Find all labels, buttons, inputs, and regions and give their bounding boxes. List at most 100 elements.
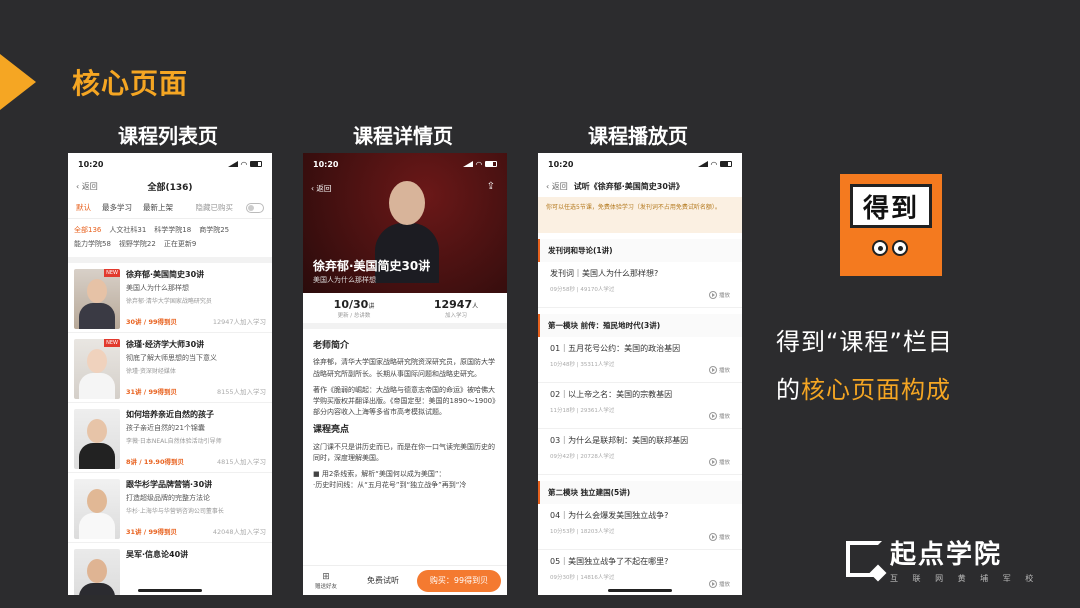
course-subtitle: 孩子亲近自然的21个锦囊 (126, 424, 205, 432)
course-subtitle: 美国人为什么那样想 (126, 284, 189, 292)
signal-icon (462, 161, 473, 167)
episode-item[interactable]: 发刊词｜美国人为什么那样想? 09分58秒 | 49170人学过 播放 (538, 262, 742, 308)
category-ability[interactable]: 能力学院58 (74, 239, 111, 249)
play-icon (708, 366, 717, 374)
wifi-icon: ◠ (710, 159, 717, 169)
course-author: 华杉·上海华与华营销咨询公司董事长 (126, 508, 224, 515)
episode-item[interactable]: 03｜为什么是联邦制：美国的联邦基因 09分42秒 | 20728人学过 播放 (538, 429, 742, 475)
play-button[interactable]: 播放 (708, 533, 730, 541)
play-button[interactable]: 播放 (708, 366, 730, 374)
category-humanities[interactable]: 人文社科31 (109, 225, 146, 235)
tab-most-learned[interactable]: 最多学习 (102, 202, 132, 213)
episode-title: 03｜为什么是联邦制：美国的联邦基因 (550, 436, 689, 445)
module-header: 第一模块 前传：殖民地时代(3讲) (538, 314, 742, 337)
play-icon (708, 458, 717, 466)
module-header: 发刊词和导论(1讲) (538, 239, 742, 262)
page-title: 全部(136) (147, 182, 193, 193)
free-trial-button[interactable]: 免费试听 (349, 575, 417, 586)
episode-meta: 10分48秒 | 35311人学过 (550, 362, 615, 368)
course-title: 如何培养亲近自然的孩子 (126, 410, 214, 419)
play-icon (708, 533, 717, 541)
teacher-bio: 徐弃郁，清华大学国家战略研究院资深研究员，原国防大学战略研究所副所长。长期从事国… (313, 358, 495, 378)
brand-footer: 起点学院 互 联 网 黄 埔 军 校 (846, 534, 1039, 584)
category-filter: 全部136 人文社科31 科学学院18 商学院25 能力学院58 视野学院22 … (68, 219, 272, 251)
trial-notice: 你可以任选5节课，免费体验学习（发刊词不占用免费试听名额）。 (538, 197, 742, 233)
back-button[interactable]: ‹ 返回 (546, 181, 568, 192)
episode-item[interactable]: 04｜为什么会爆发美国独立战争? 10分53秒 | 18203人学过 播放 (538, 504, 742, 550)
play-button[interactable]: 播放 (708, 291, 730, 299)
home-indicator (608, 589, 672, 592)
teacher-heading: 老师简介 (313, 341, 350, 351)
play-icon (708, 580, 717, 588)
course-price: 30讲 / 99得到贝 (126, 318, 177, 326)
highlight-point: ■ 用2条线索，解析“美国何以成为美国”： (313, 470, 446, 479)
stat-lessons: 10/30讲 更新 / 总讲数 (333, 298, 375, 319)
category-vision[interactable]: 视野学院22 (119, 239, 156, 249)
list-item[interactable]: 如何培养亲近自然的孩子 孩子亲近自然的21个锦囊 李薇·日本NEAL自然体验活动… (68, 403, 272, 473)
category-updating[interactable]: 正在更新9 (164, 239, 196, 249)
tab-newest[interactable]: 最新上架 (143, 202, 173, 213)
wifi-icon: ◠ (475, 159, 482, 169)
course-title: 吴军·信息论40讲 (126, 550, 189, 559)
list-item[interactable]: 跟华杉学品牌营销·30讲 打造超级品牌的完整方法论 华杉·上海华与华营销咨询公司… (68, 473, 272, 543)
category-all[interactable]: 全部136 (74, 225, 101, 235)
sort-tabs: 默认 最多学习 最新上架 隐藏已购买 (68, 197, 272, 219)
play-button[interactable]: 播放 (708, 412, 730, 420)
episode-item[interactable]: 01｜五月花号公约：美国的政治基因 10分48秒 | 35311人学过 播放 (538, 337, 742, 383)
status-bar: 10:20 ◠ (538, 153, 742, 175)
home-indicator (138, 589, 202, 592)
list-item[interactable]: NEW 徐弃郁·美国简史30讲 美国人为什么那样想 徐弃郁·清华大学国家战略研究… (68, 263, 272, 333)
new-badge: NEW (104, 339, 120, 347)
buy-button[interactable]: 购买：99得到贝 (417, 569, 501, 592)
stat-learners: 12947人 加入学习 (433, 298, 479, 319)
course-thumbnail: NEW (74, 269, 120, 329)
purchase-bar: ⊞ 赠送好友 免费试听 购买：99得到贝 (303, 565, 507, 595)
description-line-2: 的核心页面构成 (776, 376, 951, 404)
course-description: 老师简介 徐弃郁，清华大学国家战略研究院资深研究员，原国防大学战略研究所副所长。… (303, 329, 507, 491)
status-time: 10:20 (548, 159, 574, 169)
course-author: 徐瑾·资深财经媒体 (126, 368, 176, 375)
course-title: 跟华杉学品牌营销·30讲 (126, 480, 213, 489)
category-science[interactable]: 科学学院18 (154, 225, 191, 235)
episode-meta: 10分53秒 | 18203人学过 (550, 529, 615, 535)
battery-icon (485, 161, 497, 167)
episode-meta: 11分18秒 | 29361人学过 (550, 408, 615, 414)
wifi-icon: ◠ (240, 159, 247, 169)
play-icon (708, 412, 717, 420)
episode-meta: 09分30秒 | 14816人学过 (550, 575, 615, 581)
list-item[interactable]: 吴军·信息论40讲 (68, 543, 272, 595)
episode-meta: 09分58秒 | 49170人学过 (550, 287, 615, 293)
nav-bar: ‹ 返回 全部(136) (68, 175, 272, 197)
tab-default[interactable]: 默认 (76, 202, 91, 213)
course-author: 徐弃郁·清华大学国家战略研究员 (126, 298, 212, 305)
page-title: 试听《徐弃郁·美国简史30讲》 (573, 181, 684, 191)
signal-icon (697, 161, 708, 167)
share-icon[interactable]: ⇪ (487, 181, 495, 192)
course-thumbnail (74, 549, 120, 595)
label-list-page: 课程列表页 (118, 124, 218, 148)
play-button[interactable]: 播放 (708, 580, 730, 588)
phone-list-page: 10:20 ◠ ‹ 返回 全部(136) 默认 最多学习 最新上架 隐藏已购买 … (68, 153, 272, 595)
course-learners: 8155人加入学习 (216, 388, 266, 396)
hide-bought-toggle[interactable] (246, 202, 264, 213)
label-detail-page: 课程详情页 (353, 124, 453, 148)
course-price: 31讲 / 99得到贝 (126, 388, 177, 396)
course-subtitle: 打造超级品牌的完整方法论 (126, 494, 210, 502)
course-thumbnail: NEW (74, 339, 120, 399)
logo-text: 得到 (850, 184, 932, 228)
course-thumbnail (74, 409, 120, 469)
back-button[interactable]: ‹ 返回 (311, 183, 331, 194)
phone-play-page: 10:20 ◠ ‹ 返回 试听《徐弃郁·美国简史30讲》 你可以任选5节课，免费… (538, 153, 742, 595)
status-bar: 10:20 ◠ (303, 153, 507, 175)
highlight-text: 这门课不只是讲历史而已，而是在你一口气读完美国历史的同时，深度理解美国。 (313, 442, 495, 462)
episode-item[interactable]: 02｜以上帝之名：美国的宗教基因 11分18秒 | 29361人学过 播放 (538, 383, 742, 429)
gift-button[interactable]: ⊞ 赠送好友 (303, 572, 349, 590)
category-business[interactable]: 商学院25 (199, 225, 229, 235)
play-button[interactable]: 播放 (708, 458, 730, 466)
new-badge: NEW (104, 269, 120, 277)
battery-icon (720, 161, 732, 167)
episode-title: 04｜为什么会爆发美国独立战争? (550, 511, 669, 520)
slide-title: 核心页面 (72, 67, 189, 100)
course-stats: 10/30讲 更新 / 总讲数 12947人 加入学习 (303, 293, 507, 329)
list-item[interactable]: NEW 徐瑾·经济学大师30讲 彻底了解大师思想的当下意义 徐瑾·资深财经媒体 … (68, 333, 272, 403)
